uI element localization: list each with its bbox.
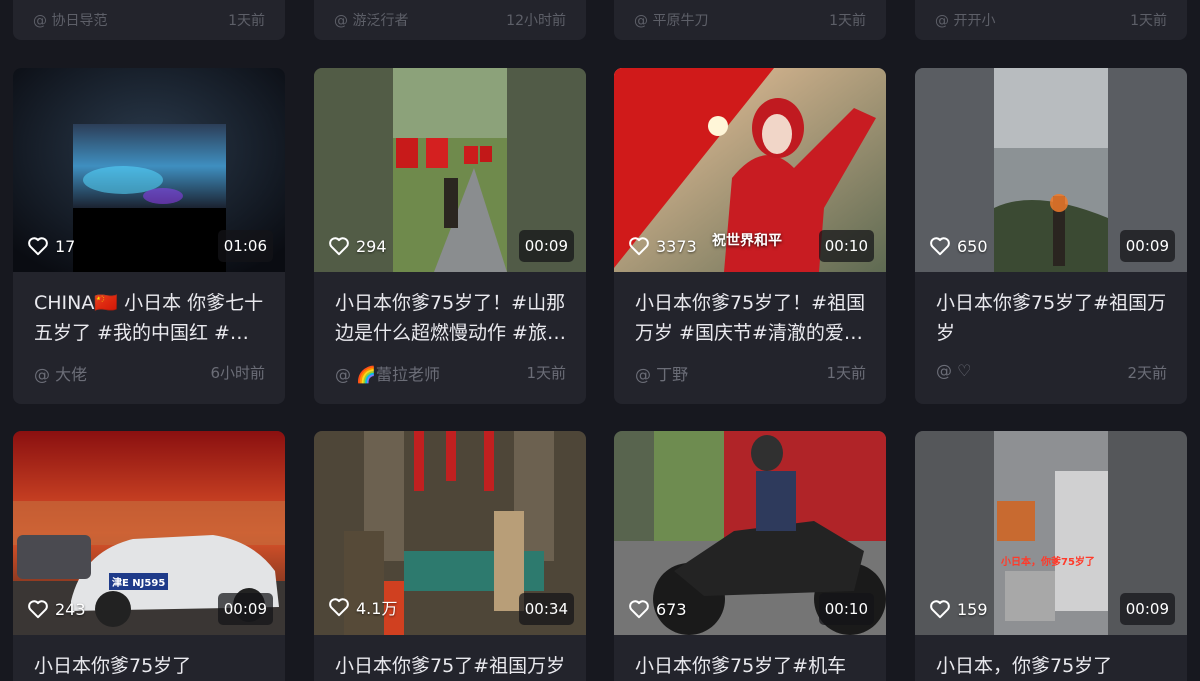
- license-plate: 津E NJ595: [109, 573, 169, 590]
- heart-outline-icon: [930, 600, 950, 619]
- like-count[interactable]: 673: [628, 599, 687, 619]
- author-label[interactable]: @ 丁野: [635, 361, 688, 385]
- duration-badge: 00:09: [518, 230, 574, 262]
- heart-outline-icon: [28, 600, 48, 619]
- like-count-value: 159: [957, 599, 988, 619]
- author-label[interactable]: @ 🌈蕾拉老师: [335, 361, 440, 385]
- duration-badge: 00:09: [1119, 593, 1175, 625]
- heart-outline-icon: [930, 237, 950, 256]
- like-count-value: 17: [55, 236, 76, 256]
- like-count[interactable]: 294: [328, 236, 387, 256]
- author-label[interactable]: @ 游泛行者: [334, 10, 408, 29]
- duration-badge: 00:09: [217, 593, 273, 625]
- video-card[interactable]: @ 协日导范 1天前: [13, 0, 285, 40]
- like-count[interactable]: 650: [929, 236, 988, 256]
- like-count-value: 294: [356, 236, 387, 256]
- author-label[interactable]: @ 大佬: [34, 361, 87, 385]
- video-title[interactable]: CHINA🇨🇳 小日本 你爹七十五岁了 #我的中国红 #旅…: [34, 288, 267, 348]
- video-title[interactable]: 小日本你爹75岁了#祖国万岁: [936, 288, 1169, 348]
- heart-outline-icon: [329, 237, 349, 256]
- card-meta: @ 游泛行者 12小时前: [334, 10, 566, 29]
- like-count[interactable]: 3373: [628, 236, 697, 256]
- duration-badge: 00:09: [1119, 230, 1175, 262]
- like-count-value: 4.1万: [356, 599, 398, 618]
- like-count-value: 650: [957, 236, 988, 256]
- time-label: 1天前: [826, 364, 866, 382]
- video-card[interactable]: 祝世界和平 3373 00:10 小日本你爹75岁了！#祖国万岁 #国庆节#清澈…: [614, 68, 886, 404]
- video-thumbnail[interactable]: 祝世界和平 3373 00:10: [614, 68, 886, 272]
- video-title[interactable]: 小日本，你爹75岁了: [936, 651, 1169, 681]
- like-count-value: 3373: [656, 236, 697, 256]
- video-thumbnail[interactable]: 津E NJ595 243 00:09: [13, 431, 285, 635]
- video-thumbnail[interactable]: 294 00:09: [314, 68, 586, 272]
- time-label: 6小时前: [210, 364, 265, 382]
- author-label[interactable]: @ 协日导范: [33, 10, 107, 29]
- video-title[interactable]: 小日本你爹75岁了！#祖国万岁 #国庆节#清澈的爱…: [635, 288, 868, 348]
- video-card[interactable]: @ 开开小 1天前: [915, 0, 1187, 40]
- video-overlay-text: 祝世界和平: [712, 233, 782, 249]
- heart-outline-icon: [28, 237, 48, 256]
- card-meta: @ 平原牛刀 1天前: [634, 10, 866, 29]
- video-overlay-text: 小日本，你爹75岁了: [1001, 557, 1095, 568]
- card-meta: @ 开开小 1天前: [935, 10, 1167, 29]
- video-title[interactable]: 小日本你爹75岁了！#山那边是什么超燃慢动作 #旅…: [335, 288, 568, 348]
- like-count[interactable]: 243: [27, 599, 86, 619]
- duration-badge: 00:10: [818, 230, 874, 262]
- video-card[interactable]: 294 00:09 小日本你爹75岁了！#山那边是什么超燃慢动作 #旅… @ 🌈…: [314, 68, 586, 404]
- video-card[interactable]: 17 01:06 CHINA🇨🇳 小日本 你爹七十五岁了 #我的中国红 #旅… …: [13, 68, 285, 404]
- time-label: 1天前: [526, 364, 566, 382]
- duration-badge: 01:06: [217, 230, 273, 262]
- video-thumbnail[interactable]: 17 01:06: [13, 68, 285, 272]
- like-count-value: 673: [656, 599, 687, 619]
- like-count[interactable]: 159: [929, 599, 988, 619]
- author-label[interactable]: @ ♡: [936, 361, 971, 380]
- video-title[interactable]: 小日本你爹75了#祖国万岁: [335, 651, 568, 681]
- duration-badge: 00:34: [518, 593, 574, 625]
- video-card[interactable]: @ 游泛行者 12小时前: [314, 0, 586, 40]
- like-count[interactable]: 4.1万: [328, 595, 397, 619]
- video-thumbnail[interactable]: 4.1万 00:34: [314, 431, 586, 635]
- video-thumbnail[interactable]: 小日本，你爹75岁了 159 00:09: [915, 431, 1187, 635]
- video-grid: @ 协日导范 1天前 @ 游泛行者 12小时前 @ 平原牛刀 1天前 @ 开开小…: [0, 0, 1200, 681]
- time-label: 1天前: [829, 13, 866, 29]
- time-label: 12小时前: [506, 13, 566, 29]
- video-thumbnail[interactable]: 673 00:10: [614, 431, 886, 635]
- time-label: 2天前: [1127, 364, 1167, 382]
- video-card[interactable]: 4.1万 00:34 小日本你爹75了#祖国万岁: [314, 431, 586, 681]
- like-count-value: 243: [55, 599, 86, 619]
- card-meta: @ 协日导范 1天前: [33, 10, 265, 29]
- video-thumbnail[interactable]: 650 00:09: [915, 68, 1187, 272]
- time-label: 1天前: [1130, 13, 1167, 29]
- heart-outline-icon: [629, 600, 649, 619]
- video-title[interactable]: 小日本你爹75岁了#机车 #: [635, 651, 868, 681]
- video-card[interactable]: 673 00:10 小日本你爹75岁了#机车 #: [614, 431, 886, 681]
- like-count[interactable]: 17: [27, 236, 75, 256]
- author-label[interactable]: @ 开开小: [935, 10, 995, 29]
- author-label[interactable]: @ 平原牛刀: [634, 10, 708, 29]
- heart-outline-icon: [629, 237, 649, 256]
- heart-outline-icon: [329, 598, 349, 617]
- video-title[interactable]: 小日本你爹75岁了: [34, 651, 267, 681]
- video-card[interactable]: @ 平原牛刀 1天前: [614, 0, 886, 40]
- duration-badge: 00:10: [818, 593, 874, 625]
- video-card[interactable]: 津E NJ595 243 00:09 小日本你爹75岁了: [13, 431, 285, 681]
- video-card[interactable]: 650 00:09 小日本你爹75岁了#祖国万岁 @ ♡ 2天前: [915, 68, 1187, 404]
- time-label: 1天前: [228, 13, 265, 29]
- video-card[interactable]: 小日本，你爹75岁了 159 00:09 小日本，你爹75岁了: [915, 431, 1187, 681]
